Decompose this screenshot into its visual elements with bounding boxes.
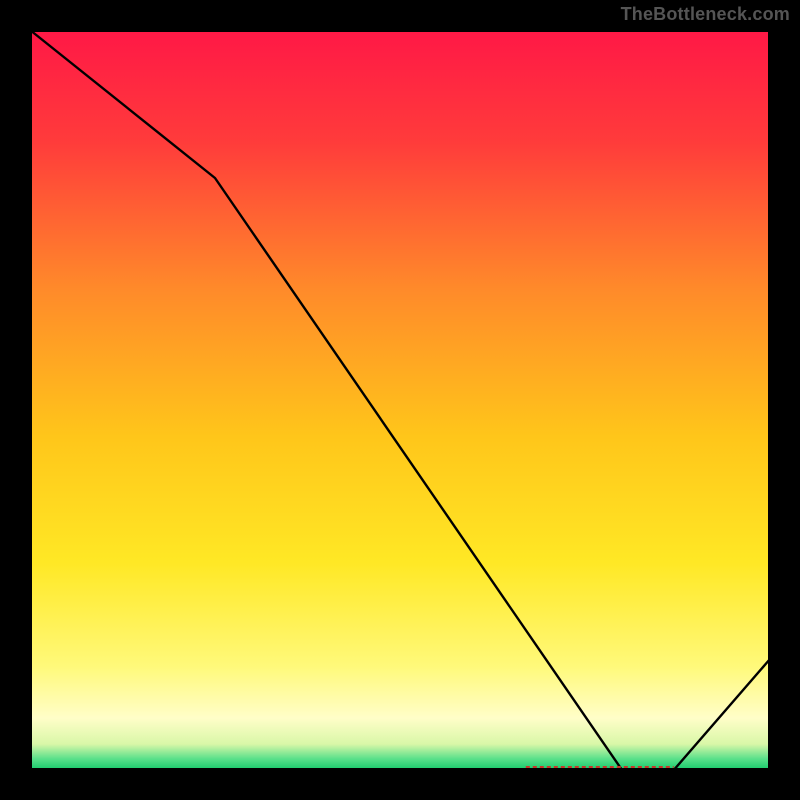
plot-background: [30, 30, 770, 770]
bottleneck-chart: [0, 0, 800, 800]
attribution-label: TheBottleneck.com: [621, 4, 790, 25]
chart-container: TheBottleneck.com: [0, 0, 800, 800]
